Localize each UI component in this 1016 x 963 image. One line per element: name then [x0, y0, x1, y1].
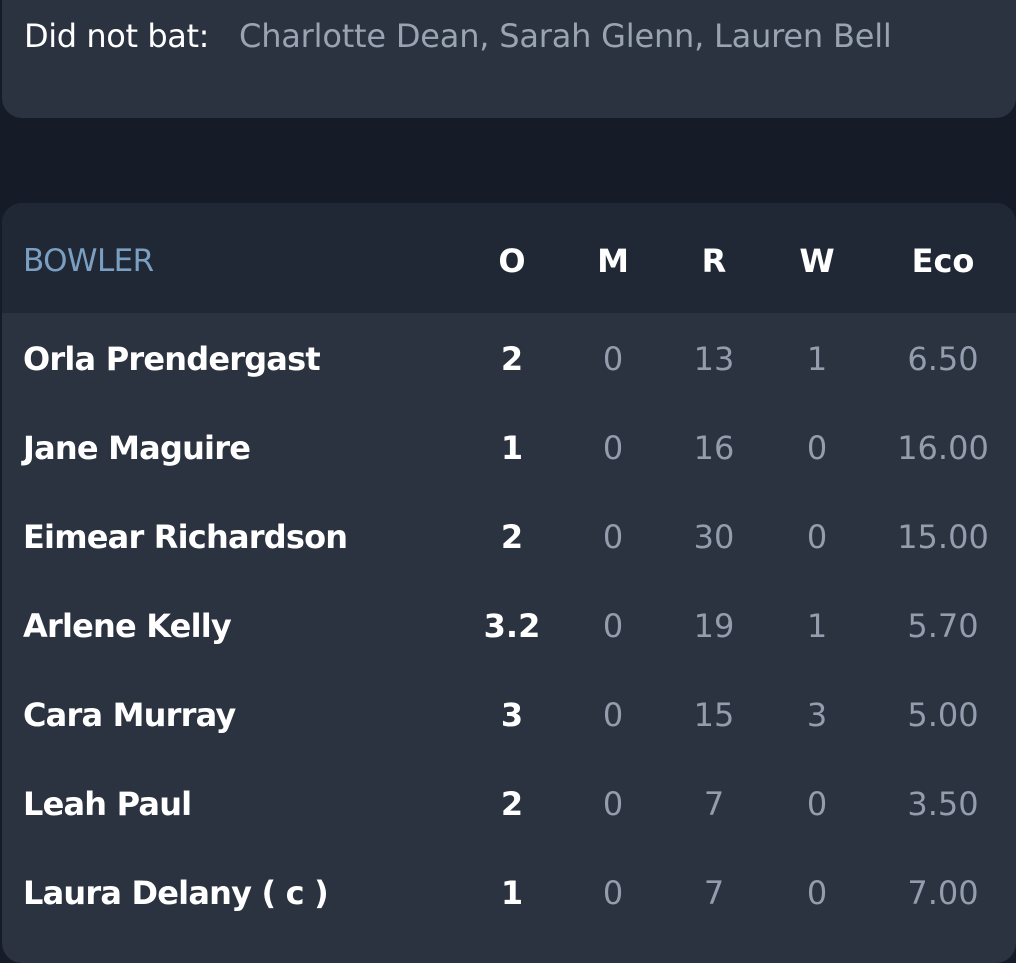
runs-value: 15 — [693, 696, 735, 734]
did-not-bat-row: Did not bat: Charlotte Dean, Sarah Glenn,… — [24, 16, 892, 56]
did-not-bat-card: Did not bat: Charlotte Dean, Sarah Glenn,… — [2, 0, 1016, 118]
did-not-bat-label: Did not bat: — [24, 17, 210, 55]
economy-value: 3.50 — [907, 785, 979, 823]
economy-value: 6.50 — [907, 340, 979, 378]
overs-value: 2 — [500, 340, 524, 378]
runs-value: 16 — [693, 429, 735, 467]
overs-value: 1 — [500, 874, 524, 912]
bowling-card: BOWLER O M R W Eco Orla Prendergast 2 0 … — [2, 203, 1016, 963]
maidens-value: 0 — [602, 518, 624, 556]
economy-value: 15.00 — [897, 518, 989, 556]
runs-value: 7 — [703, 785, 725, 823]
bowler-row[interactable]: Jane Maguire 1 0 16 0 16.00 — [2, 405, 1016, 494]
maidens-value: 0 — [602, 874, 624, 912]
runs-value: 7 — [703, 874, 725, 912]
maidens-value: 0 — [602, 607, 624, 645]
bowling-table-header: BOWLER O M R W Eco — [2, 203, 1016, 313]
maidens-value: 0 — [602, 429, 624, 467]
overs-value: 2 — [500, 518, 524, 556]
did-not-bat-names: Charlotte Dean, Sarah Glenn, Lauren Bell — [239, 17, 892, 55]
maidens-value: 0 — [602, 340, 624, 378]
wickets-value: 0 — [806, 518, 828, 556]
wickets-value: 1 — [806, 340, 828, 378]
overs-value: 3 — [500, 696, 524, 734]
bowler-row[interactable]: Cara Murray 3 0 15 3 5.00 — [2, 672, 1016, 761]
header-overs: O — [498, 242, 526, 280]
wickets-value: 0 — [806, 429, 828, 467]
wickets-value: 0 — [806, 785, 828, 823]
header-maidens: M — [597, 242, 629, 280]
overs-value: 1 — [500, 429, 524, 467]
bowler-name[interactable]: Eimear Richardson — [23, 517, 348, 557]
runs-value: 19 — [693, 607, 735, 645]
bowler-name[interactable]: Jane Maguire — [23, 428, 251, 468]
header-wickets: W — [799, 242, 835, 280]
economy-value: 5.70 — [907, 607, 979, 645]
wickets-value: 0 — [806, 874, 828, 912]
wickets-value: 1 — [806, 607, 828, 645]
header-runs: R — [701, 242, 727, 280]
bowler-row[interactable]: Orla Prendergast 2 0 13 1 6.50 — [2, 316, 1016, 405]
economy-value: 5.00 — [907, 696, 979, 734]
overs-value: 2 — [500, 785, 524, 823]
maidens-value: 0 — [602, 696, 624, 734]
runs-value: 13 — [693, 340, 735, 378]
header-economy: Eco — [911, 242, 975, 280]
runs-value: 30 — [693, 518, 735, 556]
economy-value: 16.00 — [897, 429, 989, 467]
bowler-row[interactable]: Eimear Richardson 2 0 30 0 15.00 — [2, 494, 1016, 583]
maidens-value: 0 — [602, 785, 624, 823]
bowler-name[interactable]: Leah Paul — [23, 784, 192, 824]
bowler-name[interactable]: Laura Delany ( c ) — [23, 873, 329, 913]
bowler-name[interactable]: Arlene Kelly — [23, 606, 232, 646]
wickets-value: 3 — [806, 696, 828, 734]
bowler-row[interactable]: Arlene Kelly 3.2 0 19 1 5.70 — [2, 583, 1016, 672]
overs-value: 3.2 — [483, 607, 541, 645]
header-bowler: BOWLER — [23, 243, 154, 279]
bowler-name[interactable]: Cara Murray — [23, 695, 236, 735]
bowler-name[interactable]: Orla Prendergast — [23, 339, 321, 379]
economy-value: 7.00 — [907, 874, 979, 912]
bowler-row[interactable]: Laura Delany ( c ) 1 0 7 0 7.00 — [2, 850, 1016, 939]
bowler-row[interactable]: Leah Paul 2 0 7 0 3.50 — [2, 761, 1016, 850]
